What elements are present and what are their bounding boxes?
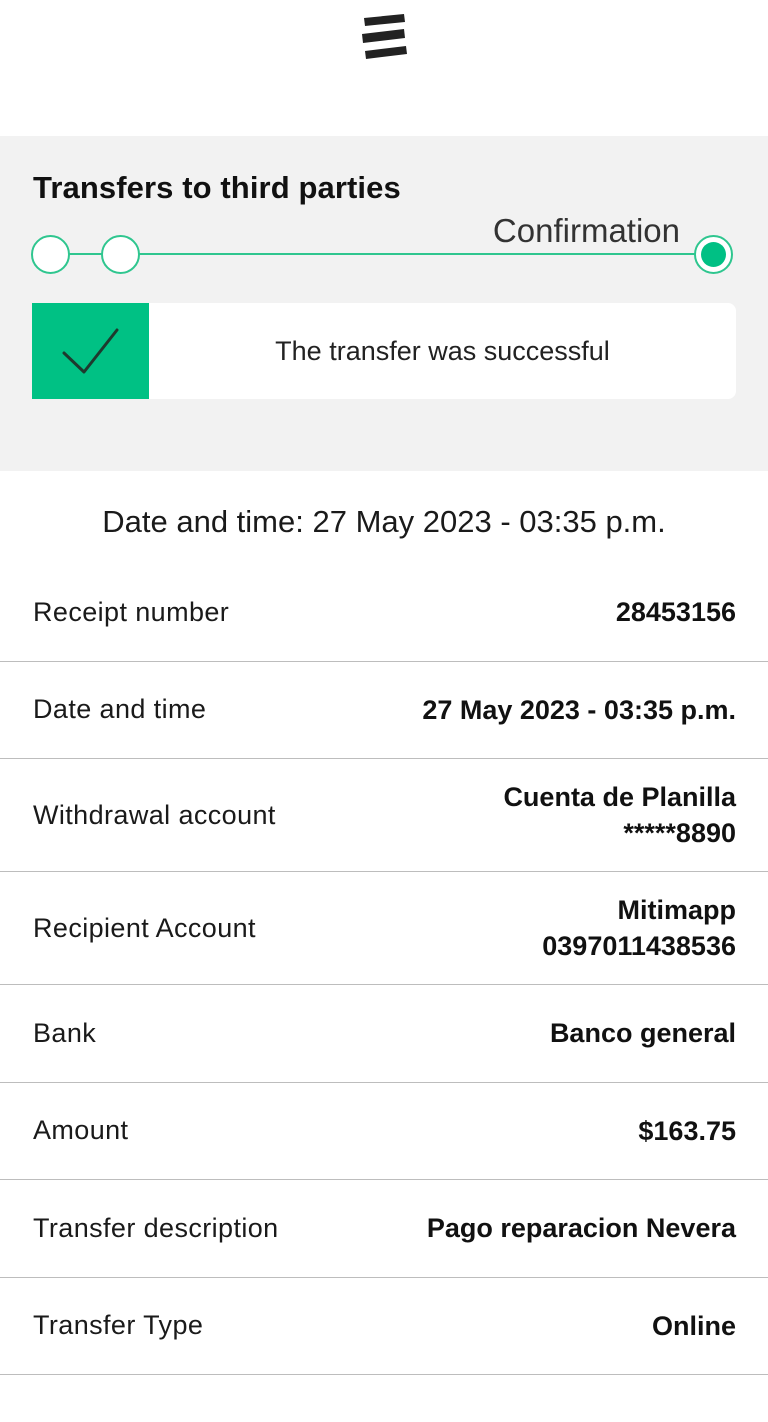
detail-value: Banco general <box>549 1018 736 1049</box>
detail-label: Date and time <box>33 694 207 725</box>
detail-label: Bank <box>33 1017 97 1048</box>
step-3-indicator-active <box>694 235 733 274</box>
account-number: *****8890 <box>623 818 736 848</box>
detail-row-recipient-account: Recipient Account Mitimapp 0397011438536 <box>0 872 768 985</box>
account-name: Cuenta de Planilla <box>503 782 736 812</box>
detail-label: Recipient Account <box>33 912 256 943</box>
detail-label: Transfer Type <box>33 1310 204 1341</box>
receipt-details-list: Receipt number 28453156 Date and time 27… <box>0 564 768 1375</box>
app-header <box>0 0 768 136</box>
transfer-receipt-page: Transfers to third parties Confirmation … <box>0 0 768 1422</box>
detail-value: 28453156 <box>615 597 736 628</box>
success-banner: The transfer was successful <box>32 303 736 399</box>
success-message: The transfer was successful <box>275 335 610 366</box>
detail-row-description: Transfer description Pago reparacion Nev… <box>0 1180 768 1278</box>
detail-value: 27 May 2023 - 03:35 p.m. <box>422 694 736 725</box>
detail-row-transfer-type: Transfer Type Online <box>0 1278 768 1375</box>
detail-row-withdrawal-account: Withdrawal account Cuenta de Planilla **… <box>0 759 768 872</box>
detail-row-bank: Bank Banco general <box>0 985 768 1083</box>
step-2-indicator <box>101 235 140 274</box>
detail-row-receipt-number: Receipt number 28453156 <box>0 564 768 662</box>
detail-row-amount: Amount $163.75 <box>0 1083 768 1180</box>
detail-label: Withdrawal account <box>33 799 276 830</box>
recipient-account-number: 0397011438536 <box>542 931 736 961</box>
step-1-indicator <box>31 235 70 274</box>
detail-value: $163.75 <box>638 1115 736 1146</box>
datetime-heading: Date and time: 27 May 2023 - 03:35 p.m. <box>102 504 666 539</box>
detail-value: Mitimapp 0397011438536 <box>542 892 736 964</box>
detail-value: Online <box>651 1310 736 1341</box>
detail-label: Receipt number <box>33 596 230 627</box>
success-icon-block <box>32 303 149 399</box>
stepper-line <box>51 253 713 255</box>
detail-row-date-time: Date and time 27 May 2023 - 03:35 p.m. <box>0 662 768 759</box>
detail-value: Pago reparacion Nevera <box>426 1213 736 1244</box>
recipient-name: Mitimapp <box>617 895 737 925</box>
checkmark-icon <box>62 328 119 374</box>
detail-value: Cuenta de Planilla *****8890 <box>503 779 736 851</box>
transfer-status-panel: Transfers to third parties Confirmation … <box>0 136 768 471</box>
detail-label: Transfer description <box>33 1212 279 1243</box>
progress-stepper <box>31 235 733 275</box>
page-title: Transfers to third parties <box>33 170 401 205</box>
bank-logo-icon <box>362 14 407 59</box>
detail-label: Amount <box>33 1115 129 1146</box>
